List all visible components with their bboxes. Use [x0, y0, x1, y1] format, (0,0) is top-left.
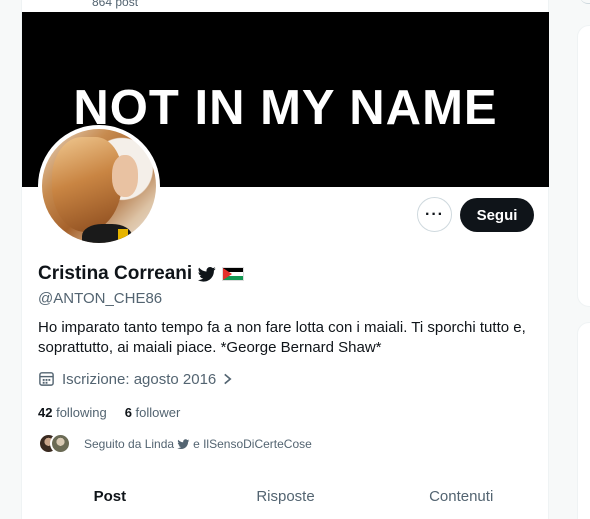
- follow-stats: 42 following 6 follower: [38, 405, 180, 420]
- followers-label: follower: [135, 405, 181, 420]
- avatar[interactable]: [38, 125, 160, 247]
- avatar: [50, 433, 71, 454]
- palestine-flag-icon: [222, 267, 245, 281]
- following-label: following: [56, 405, 107, 420]
- twitter-bird-icon: [177, 438, 190, 450]
- sidebar-widget: [577, 322, 590, 519]
- profile-column: 864 post NOT IN MY NAME ··· Segui Cristi…: [21, 0, 549, 519]
- followers-link[interactable]: 6 follower: [125, 405, 181, 420]
- followed-by-prefix: Seguito da Linda: [84, 437, 175, 451]
- join-date-label: Iscrizione: agosto 2016: [62, 370, 217, 388]
- user-handle: @ANTON_CHE86: [38, 290, 163, 307]
- followed-by-avatars: [38, 433, 76, 455]
- profile-tabs: Post Risposte Contenuti: [22, 478, 549, 519]
- chevron-right-icon: [222, 372, 234, 386]
- followed-by-suffix: e IlSensoDiCerteCose: [193, 437, 312, 451]
- profile-bio: Ho imparato tanto tempo fa a non fare lo…: [38, 319, 526, 356]
- follow-button[interactable]: Segui: [460, 198, 534, 232]
- avatar-image: [42, 129, 156, 243]
- calendar-icon: [38, 370, 56, 388]
- tab-post[interactable]: Post: [22, 478, 198, 519]
- more-options-button[interactable]: ···: [417, 197, 452, 232]
- following-count: 42: [38, 405, 53, 420]
- tab-contenuti[interactable]: Contenuti: [373, 478, 549, 519]
- following-link[interactable]: 42 following: [38, 405, 107, 420]
- sidebar-widget: [577, 25, 590, 307]
- followers-count: 6: [124, 405, 132, 420]
- tab-risposte[interactable]: Risposte: [198, 478, 374, 519]
- sidebar-widget-edge: [580, 0, 590, 4]
- name-row: Cristina Correani: [38, 263, 245, 285]
- display-name: Cristina Correani: [38, 263, 193, 284]
- post-count: 864 post: [92, 0, 139, 9]
- followed-by[interactable]: Seguito da Linda e IlSensoDiCerteCose: [38, 433, 312, 455]
- join-date[interactable]: Iscrizione: agosto 2016: [38, 370, 234, 388]
- twitter-bird-icon: [197, 265, 217, 283]
